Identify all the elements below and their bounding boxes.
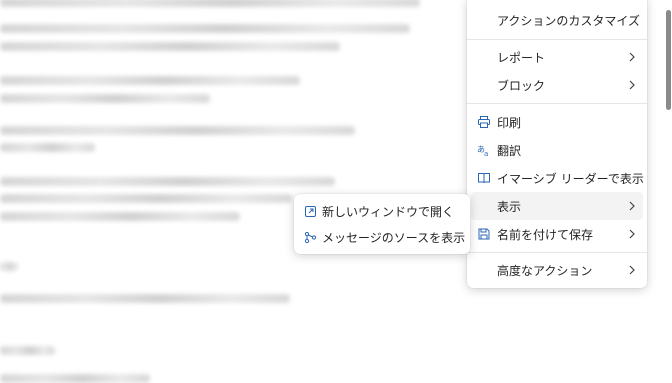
message-body-blurred [0, 0, 470, 383]
submenu-item-open-new-window[interactable]: 新しいウィンドウで開く [298, 198, 466, 224]
immersive-reader-icon [478, 173, 490, 184]
print-icon [478, 116, 490, 128]
menu-separator [467, 252, 647, 253]
menu-item-customize-actions[interactable]: アクションのカスタマイズ [471, 6, 643, 34]
menu-item-block[interactable]: ブロック [471, 71, 643, 99]
context-menu: アクションのカスタマイズ レポート ブロック 印刷 あ a 翻訳 イマーシブ リ… [467, 0, 647, 288]
scrollbar-track[interactable] [664, 0, 672, 378]
menu-item-translate[interactable]: あ a 翻訳 [471, 136, 643, 164]
svg-text:a: a [484, 150, 488, 157]
menu-separator [467, 103, 647, 104]
menu-item-advanced-actions[interactable]: 高度なアクション [471, 256, 643, 284]
chevron-right-icon [629, 80, 635, 90]
menu-item-label: 表示 [497, 199, 522, 214]
menu-separator [467, 39, 647, 40]
menu-item-report[interactable]: レポート [471, 43, 643, 71]
translate-icon: あ a [477, 145, 488, 157]
chevron-right-icon [629, 265, 635, 275]
menu-item-label: 翻訳 [497, 143, 522, 158]
chevron-right-icon [629, 201, 635, 211]
open-new-window-icon [305, 205, 316, 217]
menu-item-label: 高度なアクション [497, 263, 593, 278]
menu-item-label: レポート [497, 50, 546, 65]
scrollbar-thumb[interactable] [666, 10, 671, 110]
menu-item-label: アクションのカスタマイズ [497, 13, 641, 28]
menu-item-save-as[interactable]: 名前を付けて保存 [471, 220, 643, 248]
menu-item-view[interactable]: 表示 [471, 192, 643, 220]
menu-item-print[interactable]: 印刷 [471, 108, 643, 136]
submenu-item-view-source[interactable]: メッセージのソースを表示 [298, 224, 466, 250]
chevron-right-icon [629, 52, 635, 62]
submenu-item-label: 新しいウィンドウで開く [322, 204, 455, 219]
chevron-right-icon [629, 229, 635, 239]
menu-item-label: 名前を付けて保存 [497, 227, 594, 242]
menu-item-immersive-reader[interactable]: イマーシブ リーダーで表示 [471, 164, 644, 192]
view-source-icon [304, 231, 317, 243]
menu-item-label: 印刷 [497, 115, 522, 130]
submenu-item-label: メッセージのソースを表示 [322, 230, 466, 245]
menu-item-label: イマーシブ リーダーで表示 [497, 171, 644, 186]
save-icon [478, 228, 490, 240]
menu-item-label: ブロック [497, 78, 546, 93]
view-submenu: 新しいウィンドウで開く メッセージのソースを表示 [294, 194, 470, 254]
